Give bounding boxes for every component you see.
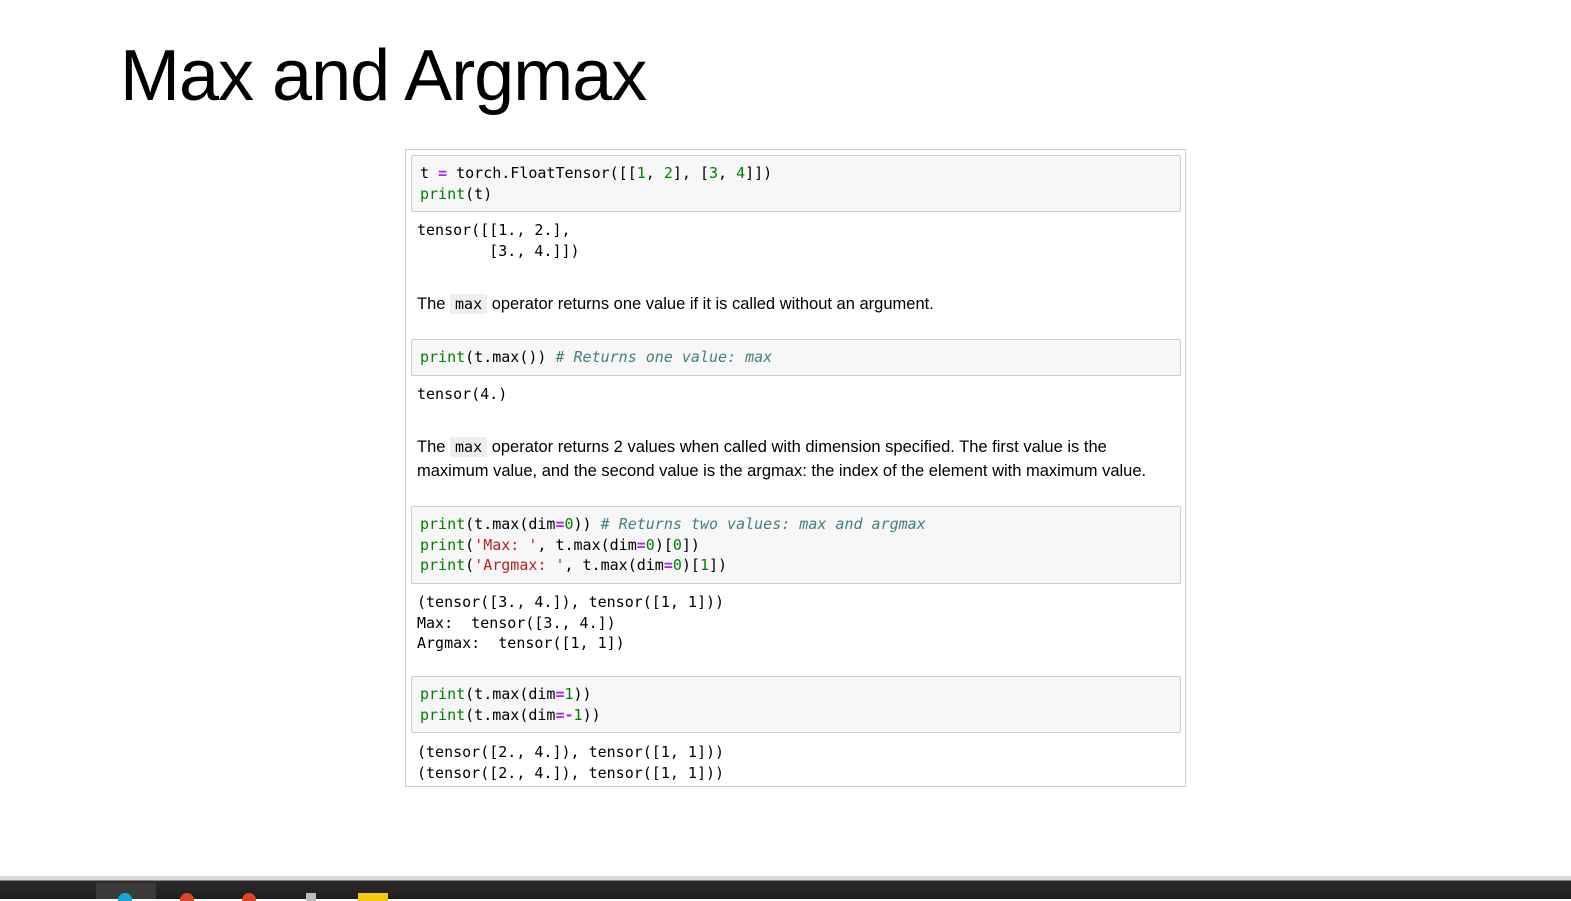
code-comment: # Returns one value: max: [555, 348, 773, 366]
code-string: 'Argmax: ': [474, 556, 565, 574]
code-text: t: [420, 164, 439, 182]
code-number: 4: [736, 164, 746, 182]
app-icon[interactable]: [306, 893, 316, 901]
code-number: 2: [663, 164, 673, 182]
code-cell-2[interactable]: print(t.max()) # Returns one value: max: [411, 339, 1181, 376]
app-icon[interactable]: [180, 893, 194, 901]
code-number: 0: [672, 535, 682, 554]
code-operator: =: [555, 515, 565, 533]
code-text: )): [582, 705, 601, 724]
inline-code: max: [450, 437, 488, 457]
code-number: 3: [709, 164, 719, 182]
code-operator: =-: [555, 705, 574, 724]
code-text: (t.max()): [465, 348, 556, 366]
code-text: (t.max(dim: [465, 705, 556, 724]
md-text: operator returns 2 values when called wi…: [417, 438, 1147, 480]
code-text: torch.FloatTensor([[: [447, 164, 637, 182]
code-text: )[: [654, 535, 673, 554]
browser-icon[interactable]: [118, 893, 132, 901]
code-number: 0: [672, 556, 682, 574]
code-operator: =: [555, 685, 565, 703]
code-cell-4[interactable]: print(t.max(dim=1)) print(t.max(dim=-1)): [411, 676, 1181, 733]
output-cell-1: tensor([[1., 2.], [3., 4.]]): [417, 221, 580, 260]
md-text: operator returns one value if it is call…: [487, 295, 934, 313]
md-text: The: [417, 438, 451, 456]
code-text: )[: [681, 556, 700, 574]
code-keyword: print: [420, 685, 466, 703]
code-text: , t.max(dim: [564, 556, 664, 574]
markdown-cell-2: The max operator returns 2 values when c…: [417, 435, 1182, 483]
code-text: ]): [709, 556, 728, 574]
slide-title: Max and Argmax: [120, 36, 647, 116]
taskbar: [0, 876, 1571, 901]
md-text: The: [417, 295, 451, 313]
code-number: 1: [699, 556, 709, 574]
code-text: ]): [681, 535, 700, 554]
code-operator: =: [438, 164, 448, 182]
output-cell-4: (tensor([2., 4.]), tensor([1, 1])) (tens…: [417, 743, 725, 782]
code-cell-3[interactable]: print(t.max(dim=0)) # Returns two values…: [411, 506, 1181, 584]
code-text: (t): [465, 184, 493, 203]
code-keyword: print: [420, 348, 466, 366]
code-text: )): [573, 685, 592, 703]
code-text: ], [: [672, 164, 709, 182]
code-keyword: print: [420, 515, 466, 533]
code-text: ,: [718, 164, 737, 182]
code-number: 0: [564, 515, 574, 533]
code-number: 1: [573, 705, 583, 724]
code-number: 1: [636, 164, 646, 182]
code-text: ,: [645, 164, 664, 182]
code-keyword: print: [420, 535, 466, 554]
folder-icon[interactable]: [358, 893, 388, 901]
inline-code: max: [450, 294, 488, 314]
code-operator: =: [663, 556, 673, 574]
output-cell-3: (tensor([3., 4.]), tensor([1, 1])) Max: …: [417, 593, 725, 652]
code-text: )): [573, 515, 601, 533]
code-keyword: print: [420, 705, 466, 724]
code-number: 1: [564, 685, 574, 703]
code-text: (t.max(dim: [465, 685, 556, 703]
code-number: 0: [645, 535, 655, 554]
code-text: (t.max(dim: [465, 515, 556, 533]
markdown-cell-1: The max operator returns one value if it…: [417, 292, 1182, 316]
code-operator: =: [636, 535, 646, 554]
code-comment: # Returns two values: max and argmax: [600, 515, 926, 533]
notebook-screenshot: t = torch.FloatTensor([[1, 2], [3, 4]]) …: [405, 149, 1186, 787]
code-string: 'Max: ': [474, 535, 538, 554]
code-text: (: [465, 535, 475, 554]
app-icon[interactable]: [242, 893, 256, 901]
output-cell-2: tensor(4.): [417, 385, 508, 403]
code-text: (: [465, 556, 475, 574]
code-cell-1[interactable]: t = torch.FloatTensor([[1, 2], [3, 4]]) …: [411, 155, 1181, 212]
code-keyword: print: [420, 556, 466, 574]
code-text: , t.max(dim: [537, 535, 637, 554]
code-text: ]]): [745, 164, 773, 182]
code-keyword: print: [420, 184, 466, 203]
